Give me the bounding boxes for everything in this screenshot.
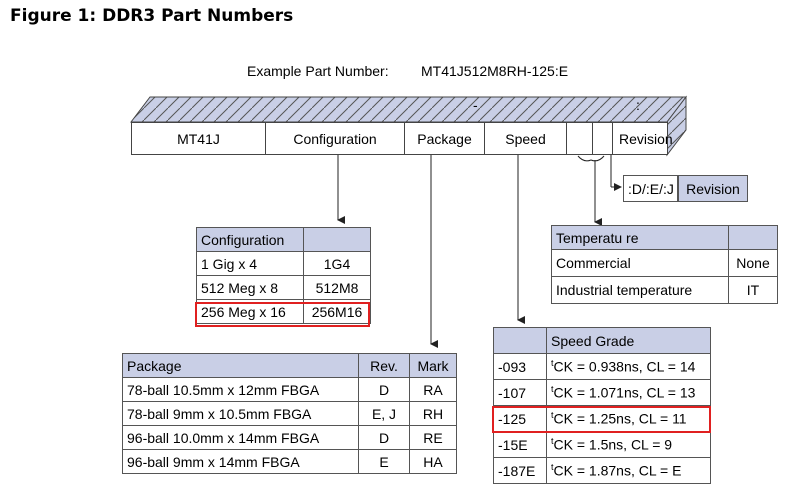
table-row: Package Rev. Mark	[122, 353, 457, 378]
table-row: 1 Gig x 4 1G4	[196, 251, 371, 276]
bar-colon: :	[636, 97, 640, 113]
table-row: Industrial temperature IT	[551, 276, 778, 304]
bar-top-face	[129, 96, 688, 123]
table-row: Speed Grade	[493, 327, 711, 354]
configuration-header: Configuration	[196, 227, 304, 252]
temperature-table: Temperatu re Commercial None Industrial t…	[551, 225, 778, 304]
bar-cell-speed: Speed	[484, 122, 566, 155]
revision-codes: :D/:E/:J	[623, 175, 678, 202]
bar-cell-configuration: Configuration	[265, 122, 404, 155]
table-row: 96-ball 10.0mm x 14mm FBGA D RE	[122, 425, 457, 450]
table-row: -187E tCK = 1.87ns, CL = E	[493, 457, 711, 484]
brace	[577, 155, 605, 162]
bar-cell-blank-1	[566, 122, 592, 155]
configuration-table: Configuration 1 Gig x 4 1G4 512 Meg x 8 51…	[196, 227, 371, 324]
table-row: 512 Meg x 8 512M8	[196, 275, 371, 300]
table-row: 78-ball 9mm x 10.5mm FBGA E, J RH	[122, 401, 457, 426]
configuration-header-blank	[303, 227, 371, 252]
revision-label: Revision	[678, 175, 748, 202]
table-row: Commercial None	[551, 249, 778, 277]
bar-cell-package: Package	[404, 122, 484, 155]
table-row: -107 tCK = 1.071ns, CL = 13	[493, 379, 711, 406]
bar-cell-blank-2	[592, 122, 612, 155]
speed-table: Speed Grade -093 tCK = 0.938ns, CL = 14 …	[493, 327, 711, 484]
table-row: Temperatu re	[551, 225, 778, 250]
table-row: Configuration	[196, 227, 371, 252]
table-row: 256 Meg x 16 256M16	[196, 299, 371, 324]
package-table: Package Rev. Mark 78-ball 10.5mm x 12mm …	[122, 353, 457, 474]
table-row: -15E tCK = 1.5ns, CL = 9	[493, 431, 711, 458]
speed-grade-header: Speed Grade	[546, 327, 711, 354]
bar-cell-mt41j: MT41J	[131, 122, 265, 155]
table-row: 96-ball 9mm x 14mm FBGA E HA	[122, 449, 457, 474]
table-row: 78-ball 10.5mm x 12mm FBGA D RA	[122, 377, 457, 402]
bar-cell-revision: Revision	[612, 122, 673, 155]
temperature-header: Temperatu re	[551, 225, 729, 250]
table-row: -093 tCK = 0.938ns, CL = 14	[493, 353, 711, 380]
table-row: -125 tCK = 1.25ns, CL = 11	[493, 405, 711, 432]
bar-dash: -	[473, 97, 478, 113]
